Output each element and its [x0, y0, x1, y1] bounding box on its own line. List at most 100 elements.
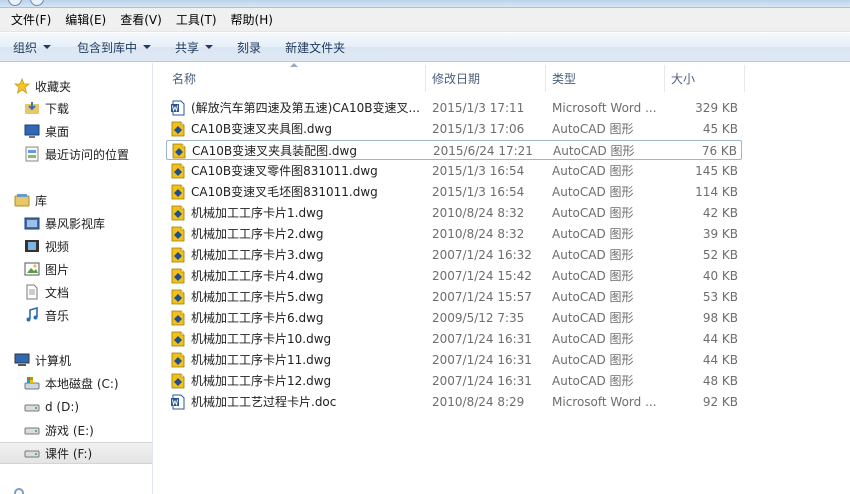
nav-item-desktop[interactable]: 桌面	[0, 120, 152, 142]
dwg-icon	[171, 205, 185, 221]
nav-favorites[interactable]: 收藏夹	[0, 75, 152, 97]
nav-item-documents[interactable]: 文档	[0, 281, 152, 303]
column-header-type[interactable]: 类型	[546, 65, 665, 92]
nav-computer-label: 计算机	[35, 353, 72, 368]
file-name: CA10B变速叉毛坯图831011.dwg	[191, 185, 378, 199]
computer-icon	[14, 353, 30, 366]
back-button[interactable]	[8, 0, 22, 6]
file-row[interactable]: CA10B变速叉夹具图.dwg 2015/1/3 17:06 AutoCAD 图形 4…	[166, 119, 742, 139]
include-in-library-button[interactable]: 包含到库中	[68, 33, 160, 62]
new-folder-button[interactable]: 新建文件夹	[276, 33, 354, 62]
file-type: Microsoft Word ...	[552, 395, 657, 409]
nav-item-label: 最近访问的位置	[45, 147, 130, 162]
file-size: 52 KB	[702, 248, 738, 262]
file-row[interactable]: 机械加工工艺过程卡片.doc 2010/8/24 8:29 Microsoft Wo…	[166, 392, 742, 412]
file-type: AutoCAD 图形	[552, 290, 634, 304]
organize-label: 组织	[13, 40, 38, 55]
system-drive-icon	[24, 377, 40, 390]
command-bar: 组织 包含到库中 共享 刻录 新建文件夹	[0, 33, 850, 62]
file-date: 2010/8/24 8:32	[432, 227, 525, 241]
nav-item-label: 文档	[45, 285, 70, 300]
nav-item-label: 音乐	[45, 308, 70, 323]
file-date: 2015/1/3 17:11	[432, 101, 525, 115]
dwg-icon	[171, 268, 185, 284]
column-header-date[interactable]: 修改日期	[426, 65, 546, 92]
burn-button[interactable]: 刻录	[228, 33, 270, 62]
nav-item-recent-places[interactable]: 最近访问的位置	[0, 143, 152, 165]
menu-view[interactable]: 查看(V)	[113, 8, 169, 32]
file-row[interactable]: CA10B变速叉毛坯图831011.dwg 2015/1/3 16:54 AutoC…	[166, 182, 742, 202]
file-type: AutoCAD 图形	[552, 185, 634, 199]
column-header-size[interactable]: 大小	[665, 65, 745, 92]
file-size: 114 KB	[695, 185, 738, 199]
column-header-name[interactable]: 名称	[166, 65, 426, 92]
file-size: 92 KB	[702, 395, 738, 409]
nav-computer[interactable]: 计算机	[0, 349, 152, 371]
file-name: 机械加工工序卡片4.dwg	[191, 269, 324, 283]
nav-item-label: 下载	[45, 101, 70, 116]
nav-item-label: 游戏 (E:)	[45, 423, 94, 438]
nav-item-label: 图片	[45, 262, 70, 277]
nav-item-drive-c[interactable]: 本地磁盘 (C:)	[0, 372, 152, 394]
file-name: 机械加工工序卡片10.dwg	[191, 332, 332, 346]
file-row[interactable]: (解放汽车第四速及第五速)CA10B变速叉... 2015/1/3 17:11 Mi…	[166, 98, 742, 118]
file-row[interactable]: 机械加工工序卡片4.dwg 2007/1/24 15:42 AutoCAD 图形 40…	[166, 266, 742, 286]
file-row[interactable]: 机械加工工序卡片2.dwg 2010/8/24 8:32 AutoCAD 图形 39 …	[166, 224, 742, 244]
file-row[interactable]: 机械加工工序卡片12.dwg 2007/1/24 16:31 AutoCAD 图形 4…	[166, 371, 742, 391]
file-row[interactable]: CA10B变速叉零件图831011.dwg 2015/1/3 16:54 AutoC…	[166, 161, 742, 181]
file-row[interactable]: 机械加工工序卡片3.dwg 2007/1/24 16:32 AutoCAD 图形 52…	[166, 245, 742, 265]
nav-item-downloads[interactable]: 下载	[0, 97, 152, 119]
dwg-icon	[171, 352, 185, 368]
network-icon	[14, 488, 24, 494]
menu-file[interactable]: 文件(F)	[4, 8, 58, 32]
library-icon	[14, 194, 30, 207]
dwg-icon	[171, 373, 185, 389]
nav-item-music[interactable]: 音乐	[0, 304, 152, 326]
video-library-icon	[24, 217, 40, 230]
file-size: 98 KB	[702, 311, 738, 325]
file-name: 机械加工工序卡片5.dwg	[191, 290, 324, 304]
nav-item-drive-f[interactable]: 课件 (F:)	[0, 442, 152, 464]
file-name: CA10B变速叉夹具装配图.dwg	[192, 144, 357, 158]
file-row[interactable]: 机械加工工序卡片10.dwg 2007/1/24 16:31 AutoCAD 图形 4…	[166, 329, 742, 349]
file-date: 2007/1/24 16:31	[432, 353, 532, 367]
file-date: 2015/6/24 17:21	[433, 144, 533, 158]
file-size: 44 KB	[702, 332, 738, 346]
forward-button[interactable]	[30, 0, 44, 6]
nav-libraries[interactable]: 库	[0, 189, 152, 211]
menu-edit[interactable]: 编辑(E)	[58, 8, 113, 32]
nav-item-storm-video-library[interactable]: 暴风影视库	[0, 212, 152, 234]
file-row[interactable]: 机械加工工序卡片11.dwg 2007/1/24 16:31 AutoCAD 图形 4…	[166, 350, 742, 370]
dwg-icon	[171, 310, 185, 326]
organize-button[interactable]: 组织	[4, 33, 60, 62]
file-date: 2010/8/24 8:32	[432, 206, 525, 220]
menu-help[interactable]: 帮助(H)	[224, 8, 280, 32]
nav-item-label: 暴风影视库	[45, 216, 106, 231]
file-row[interactable]: 机械加工工序卡片6.dwg 2009/5/12 7:35 AutoCAD 图形 98 …	[166, 308, 742, 328]
file-type: AutoCAD 图形	[552, 206, 634, 220]
file-name: 机械加工工艺过程卡片.doc	[191, 395, 337, 409]
nav-item-videos[interactable]: 视频	[0, 235, 152, 257]
menu-tools[interactable]: 工具(T)	[169, 8, 224, 32]
file-type: AutoCAD 图形	[552, 248, 634, 262]
file-date: 2007/1/24 16:31	[432, 332, 532, 346]
word-doc-icon	[171, 394, 185, 410]
dwg-icon	[171, 121, 185, 137]
file-date: 2015/1/3 17:06	[432, 122, 525, 136]
nav-item-drive-d[interactable]: d (D:)	[0, 396, 152, 418]
nav-item-pictures[interactable]: 图片	[0, 258, 152, 280]
downloads-folder-icon	[25, 102, 39, 114]
share-button[interactable]: 共享	[166, 33, 222, 62]
file-row[interactable]: 机械加工工序卡片1.dwg 2010/8/24 8:32 AutoCAD 图形 42 …	[166, 203, 742, 223]
file-size: 48 KB	[702, 374, 738, 388]
file-size: 42 KB	[702, 206, 738, 220]
hard-drive-icon	[24, 427, 40, 435]
file-date: 2007/1/24 15:57	[432, 290, 532, 304]
file-row[interactable]: CA10B变速叉夹具装配图.dwg 2015/6/24 17:21 AutoCAD …	[166, 140, 742, 160]
desktop-icon	[24, 124, 40, 138]
nav-item-drive-e[interactable]: 游戏 (E:)	[0, 419, 152, 441]
include-in-library-label: 包含到库中	[77, 40, 138, 55]
file-row[interactable]: 机械加工工序卡片5.dwg 2007/1/24 15:57 AutoCAD 图形 53…	[166, 287, 742, 307]
nav-item-label: 课件 (F:)	[45, 446, 93, 461]
file-name: (解放汽车第四速及第五速)CA10B变速叉...	[191, 101, 419, 115]
